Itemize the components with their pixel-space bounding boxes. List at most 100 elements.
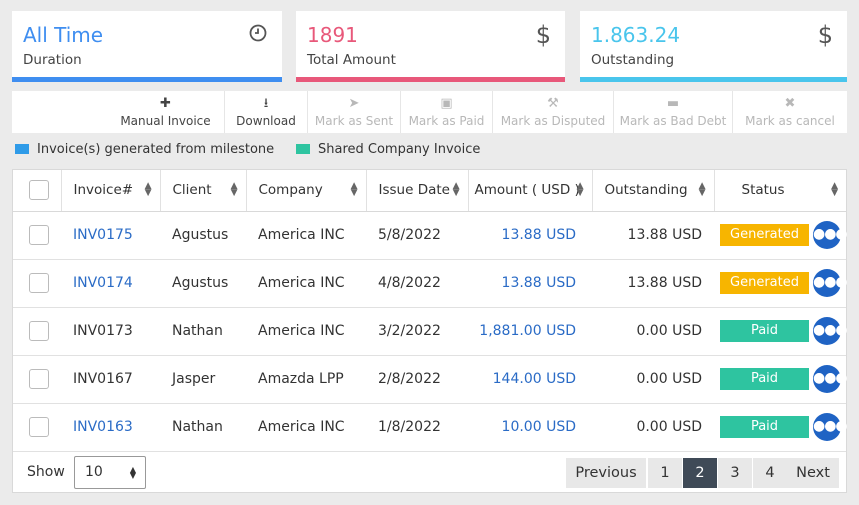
page-number-button[interactable]: 4: [753, 458, 787, 488]
column-header-company[interactable]: Company ▲ ▼: [246, 170, 367, 212]
previous-page-button[interactable]: Previous: [566, 458, 646, 488]
mark-as-disputed-label: Mark as Disputed: [500, 114, 606, 128]
table-header-row: Invoice# ▲ ▼ Client ▲ ▼ Company ▲ ▼ Issue Date…: [13, 170, 846, 212]
paper-plane-icon: ➤: [348, 96, 360, 111]
outstanding-cell: 0.00 USD: [592, 355, 714, 404]
more-actions-button[interactable]: ●●●: [813, 269, 848, 297]
select-all-header: [13, 170, 62, 212]
download-button[interactable]: ⭳ Download: [225, 91, 308, 133]
mark-as-bad-debt-button[interactable]: ▬ Mark as Bad Debt: [614, 91, 733, 133]
page-number-button[interactable]: 1: [648, 458, 682, 488]
column-label: Outstanding: [604, 182, 688, 199]
company-cell: America INC: [246, 211, 366, 260]
status-cell: Generated ●●●: [714, 211, 848, 260]
invoice-number[interactable]: INV0175: [73, 227, 133, 243]
status-cell: Paid ●●●: [714, 403, 848, 452]
issue-date-cell: 3/2/2022: [366, 307, 468, 356]
sort-icon: ▲ ▼: [144, 181, 152, 198]
duration-card-accent: [12, 77, 282, 82]
legend-label-shared: Shared Company Invoice: [318, 142, 481, 157]
company-cell: America INC: [246, 403, 366, 452]
row-checkbox[interactable]: [29, 321, 49, 341]
row-checkbox[interactable]: [29, 369, 49, 389]
status-badge: Paid: [720, 368, 809, 390]
total-amount-value: 1891: [307, 23, 358, 47]
table-row: INV0173 Nathan America INC 3/2/2022 1,881.00…: [13, 307, 848, 356]
column-label: Company: [258, 182, 323, 199]
show-label: Show: [27, 464, 65, 480]
client-cell: Jasper: [160, 355, 246, 404]
invoice-number[interactable]: INV0163: [73, 419, 133, 435]
column-header-amount[interactable]: Amount ( USD ) ▲ ▼: [468, 170, 593, 212]
clock-icon: [248, 21, 268, 49]
more-actions-button[interactable]: ●●●: [813, 317, 848, 345]
download-icon: ⭳: [263, 96, 269, 111]
mark-as-sent-label: Mark as Sent: [314, 114, 394, 128]
row-select-cell: [13, 259, 61, 308]
table-row: INV0174 Agustus America INC 4/8/2022 13.88 U…: [13, 259, 848, 308]
plus-icon: ✚: [160, 96, 171, 111]
column-header-outstanding[interactable]: Outstanding ▲ ▼: [592, 170, 715, 212]
download-label: Download: [236, 114, 296, 128]
invoice-number-cell[interactable]: INV0174: [61, 259, 160, 308]
mark-as-cancel-button[interactable]: ✖ Mark as cancel: [733, 91, 847, 133]
more-actions-button[interactable]: ●●●: [813, 365, 848, 393]
manual-invoice-button[interactable]: ✚ Manual Invoice: [107, 91, 225, 133]
client-cell: Agustus: [160, 259, 246, 308]
amount-cell[interactable]: 144.00 USD: [468, 355, 592, 404]
page-number-button[interactable]: 2: [683, 458, 717, 488]
column-header-issue-date[interactable]: Issue Date ▲ ▼: [366, 170, 469, 212]
invoice-number-cell[interactable]: INV0163: [61, 403, 160, 452]
company-cell: America INC: [246, 307, 366, 356]
mark-as-paid-button[interactable]: ▣ Mark as Paid: [401, 91, 493, 133]
dollar-icon: $: [535, 21, 551, 49]
mark-as-sent-button[interactable]: ➤ Mark as Sent: [308, 91, 401, 133]
status-cell: Paid ●●●: [714, 355, 848, 404]
sort-icon: ▲ ▼: [698, 181, 706, 198]
mark-as-disputed-button[interactable]: ⚒ Mark as Disputed: [493, 91, 614, 133]
select-all-checkbox[interactable]: [29, 180, 49, 201]
column-label: Client: [172, 182, 212, 199]
page-number-button[interactable]: 3: [718, 458, 752, 488]
status-badge: Paid: [720, 416, 809, 438]
row-select-cell: [13, 211, 61, 260]
duration-label: Duration: [23, 52, 82, 68]
invoice-page: All Time Duration 1891 Total Amount $ 1.…: [0, 0, 859, 505]
amount-cell[interactable]: 10.00 USD: [468, 403, 592, 452]
more-actions-button[interactable]: ●●●: [813, 221, 848, 249]
column-label: Issue Date: [378, 182, 450, 199]
outstanding-card-accent: [580, 77, 847, 82]
amount-cell[interactable]: 1,881.00 USD: [468, 307, 592, 356]
row-checkbox[interactable]: [29, 225, 49, 245]
column-header-status[interactable]: Status ▲ ▼: [714, 170, 846, 212]
status-cell: Paid ●●●: [714, 307, 848, 356]
dollar-icon: $: [817, 21, 833, 49]
mark-as-cancel-label: Mark as cancel: [745, 114, 835, 128]
outstanding-cell: 13.88 USD: [592, 211, 714, 260]
column-header-client[interactable]: Client ▲ ▼: [160, 170, 247, 212]
manual-invoice-label: Manual Invoice: [120, 114, 211, 128]
row-checkbox[interactable]: [29, 417, 49, 437]
page-size-select[interactable]: 10 ▲ ▼: [74, 456, 146, 489]
more-actions-button[interactable]: ●●●: [813, 413, 848, 441]
invoice-table: Invoice# ▲ ▼ Client ▲ ▼ Company ▲ ▼ Issue Date…: [13, 170, 848, 452]
legend-label-milestone: Invoice(s) generated from milestone: [37, 142, 275, 157]
legend-item-milestone: Invoice(s) generated from milestone: [15, 142, 274, 158]
row-select-cell: [13, 403, 61, 452]
company-cell: Amazda LPP: [246, 355, 366, 404]
issue-date-cell: 2/8/2022: [366, 355, 468, 404]
column-header-invoice[interactable]: Invoice# ▲ ▼: [61, 170, 161, 212]
sort-icon: ▲ ▼: [452, 181, 460, 198]
sort-icon: ▲ ▼: [831, 181, 838, 198]
table-row: INV0163 Nathan America INC 1/8/2022 10.00 US…: [13, 403, 848, 452]
amount-cell[interactable]: 13.88 USD: [468, 211, 592, 260]
status-badge: Generated: [720, 272, 809, 294]
amount-cell[interactable]: 13.88 USD: [468, 259, 592, 308]
mark-as-paid-label: Mark as Paid: [408, 114, 485, 128]
outstanding-cell: 0.00 USD: [592, 307, 714, 356]
invoice-number-cell[interactable]: INV0175: [61, 211, 160, 260]
outstanding-card: 1.863.24 Outstanding $: [580, 11, 847, 82]
next-page-button[interactable]: Next: [787, 458, 839, 488]
row-checkbox[interactable]: [29, 273, 49, 293]
invoice-number[interactable]: INV0174: [73, 275, 133, 291]
